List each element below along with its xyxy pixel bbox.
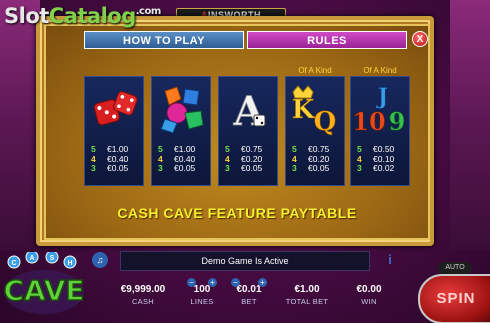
bet-minus-button[interactable]: − xyxy=(231,278,240,287)
symbol-pays: 5 €0.75 4 €0.20 3 €0.05 xyxy=(225,144,263,173)
svg-text:Q: Q xyxy=(314,107,337,137)
tab-rules[interactable]: RULES xyxy=(247,31,407,49)
auto-button[interactable]: AUTO xyxy=(438,262,472,274)
symbol-pays: 5 €0.75 4 €0.20 3 €0.05 xyxy=(292,144,330,173)
svg-text:9: 9 xyxy=(389,107,406,136)
symbol-pays: 5 €0.50 4 €0.10 3 €0.02 xyxy=(357,144,395,173)
gems-icon xyxy=(154,81,210,139)
cash-cave-logo: C A S H CAVE xyxy=(0,250,88,318)
svg-text:C: C xyxy=(11,260,16,267)
lines-minus-button[interactable]: − xyxy=(187,278,196,287)
dice-icon xyxy=(87,81,143,139)
paytable-title: CASH CAVE FEATURE PAYTABLE xyxy=(117,205,357,221)
symbol-pays: 5 €1.00 4 €0.40 3 €0.05 xyxy=(91,144,129,173)
bet-plus-button[interactable]: + xyxy=(258,278,267,287)
right-rock-decoration xyxy=(450,0,490,250)
lines-display: − + 100 LINES xyxy=(185,278,219,306)
symbol-card-jack-ten-nine: J 10 9 5 €0.50 4 €0.10 3 €0.02 xyxy=(350,76,410,186)
svg-text:H: H xyxy=(67,260,72,267)
sound-button[interactable]: ♫ xyxy=(92,252,108,268)
symbol-pays: 5 €1.00 4 €0.40 3 €0.05 xyxy=(158,144,196,173)
ace-icon: A xyxy=(221,81,277,139)
svg-text:A: A xyxy=(232,88,265,135)
info-icon: i xyxy=(388,252,392,267)
info-button[interactable]: i xyxy=(383,252,397,268)
status-message: Demo Game Is Active xyxy=(120,251,370,271)
spin-button[interactable]: SPIN xyxy=(418,274,490,323)
bottom-stats-bar: €9,999.00 CASH − + 100 LINES − + €0.01 B… xyxy=(95,278,425,318)
of-a-kind-label: Of A Kind xyxy=(363,66,397,75)
close-button[interactable]: X xyxy=(412,31,428,47)
total-bet-display: €1.00 TOTAL BET xyxy=(285,284,329,306)
svg-text:CAVE: CAVE xyxy=(3,274,84,307)
king-queen-icon: K Q xyxy=(288,81,344,139)
bet-display: − + €0.01 BET xyxy=(229,278,269,306)
lines-plus-button[interactable]: + xyxy=(208,278,217,287)
slotcatalog-watermark: SlotCatalog.com xyxy=(4,4,161,28)
win-display: €0.00 WIN xyxy=(356,284,382,306)
symbol-card-gems: 5 €1.00 4 €0.40 3 €0.05 xyxy=(151,76,211,186)
svg-text:K: K xyxy=(292,95,316,125)
svg-text:10: 10 xyxy=(353,107,386,136)
tab-how-to-play[interactable]: HOW TO PLAY xyxy=(84,31,244,49)
cash-display: €9,999.00 CASH xyxy=(120,284,166,306)
left-rock-decoration xyxy=(0,0,40,250)
symbol-card-dice: 5 €1.00 4 €0.40 3 €0.05 xyxy=(84,76,144,186)
symbol-card-king-queen: K Q 5 €0.75 4 €0.20 3 €0.05 xyxy=(285,76,345,186)
svg-text:A: A xyxy=(29,255,34,262)
symbol-card-ace: A 5 €0.75 4 €0.20 3 €0.05 xyxy=(218,76,278,186)
speaker-icon: ♫ xyxy=(96,255,104,265)
svg-text:S: S xyxy=(50,255,55,262)
jack-ten-nine-icon: J 10 9 xyxy=(353,81,409,139)
of-a-kind-label: Of A Kind xyxy=(298,66,332,75)
